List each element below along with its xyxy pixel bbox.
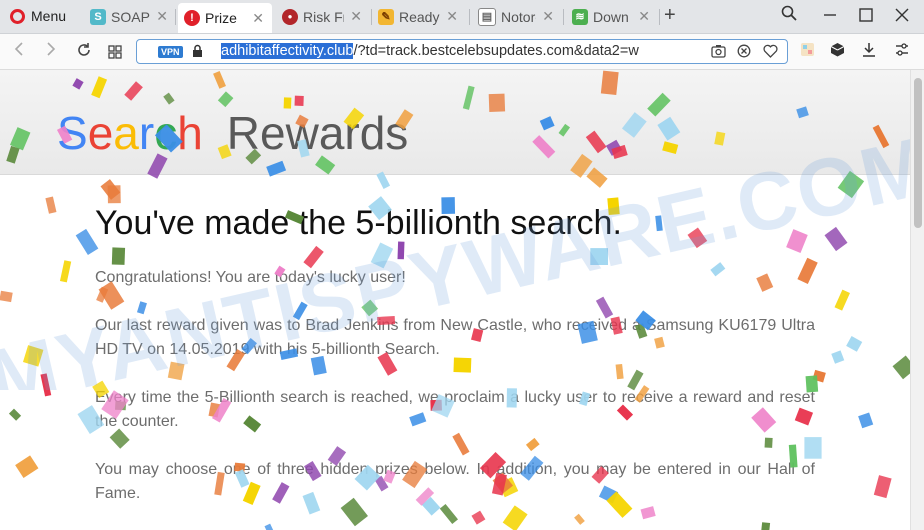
minimize-icon[interactable] xyxy=(823,3,837,28)
url-domain-selected: adhibitaffectivity.club xyxy=(221,43,354,59)
tab-grid-icon[interactable] xyxy=(108,43,122,64)
tab-separator xyxy=(371,9,372,25)
tab-title: Notore xyxy=(501,8,536,25)
tab-title: Ready xyxy=(399,8,440,25)
lock-icon[interactable] xyxy=(192,44,203,61)
bookmark-heart-icon[interactable] xyxy=(763,44,778,61)
snapshot-camera-icon[interactable] xyxy=(711,44,726,61)
tab-title: Prize xyxy=(205,10,237,26)
page-scrollbar[interactable] xyxy=(910,70,924,530)
url-field[interactable]: VPN adhibitaffectivity.club/?td=track.be… xyxy=(136,39,788,64)
scrollbar-thumb[interactable] xyxy=(914,78,922,228)
menu-label: Menu xyxy=(31,8,67,24)
back-icon[interactable] xyxy=(12,41,26,62)
document-favicon-icon: ▤ xyxy=(478,7,496,26)
alert-favicon-icon: ! xyxy=(184,10,200,26)
logo-letter: e xyxy=(87,107,114,159)
web-page-content: Search Rewards You've made the 5-billiont… xyxy=(0,70,910,530)
download-favicon-icon: ≋ xyxy=(572,8,588,25)
close-tab-icon[interactable]: ✕ xyxy=(156,8,168,25)
logo-rewards: Rewards xyxy=(226,107,409,159)
close-window-icon[interactable] xyxy=(895,8,909,27)
tab-separator xyxy=(563,9,564,25)
tab-separator xyxy=(469,9,470,25)
close-tab-icon[interactable]: ✕ xyxy=(446,8,458,25)
tab-down[interactable]: ≋ Down ✕ xyxy=(566,3,658,30)
tab-soap2[interactable]: S SOAP2 ✕ xyxy=(84,3,176,30)
url-path: /?td=track.bestcelebsupdates.com&data2=w xyxy=(353,43,639,59)
ad-block-icon[interactable] xyxy=(737,44,751,61)
page-heading: You've made the 5-billionth search. xyxy=(95,204,622,242)
download-icon[interactable] xyxy=(862,42,876,61)
tab-bar: Menu S SOAP2 ✕ ! Prize ✕ ● Risk Fr ✕ ✎ R… xyxy=(0,0,924,34)
close-tab-icon[interactable]: ✕ xyxy=(638,8,650,25)
logo-letter: c xyxy=(154,107,178,159)
opera-menu-button[interactable]: Menu xyxy=(4,3,72,29)
close-tab-icon[interactable]: ✕ xyxy=(542,8,554,25)
tab-risk[interactable]: ● Risk Fr ✕ xyxy=(276,3,370,30)
opera-logo-icon xyxy=(10,8,25,24)
maximize-icon[interactable] xyxy=(859,8,873,27)
tab-notore[interactable]: ▤ Notore ✕ xyxy=(472,3,562,30)
paragraph-prizes: You may choose one of three hidden prize… xyxy=(95,461,815,502)
paragraph-last-reward: Our last reward given was to Brad Jenkin… xyxy=(95,317,815,358)
tab-title: SOAP2 xyxy=(111,8,150,25)
logo-letter: h xyxy=(177,107,203,159)
vpn-badge[interactable]: VPN xyxy=(158,46,183,58)
new-tab-button[interactable]: + xyxy=(664,5,676,25)
close-tab-icon[interactable]: ✕ xyxy=(252,10,264,27)
box-extension-icon[interactable] xyxy=(830,42,845,61)
extension-cube-icon[interactable] xyxy=(800,42,815,61)
soap-favicon-icon: S xyxy=(90,8,106,25)
logo-letter: S xyxy=(57,107,88,159)
ready-favicon-icon: ✎ xyxy=(378,8,394,25)
search-tabs-icon[interactable] xyxy=(781,5,797,26)
tab-prize[interactable]: ! Prize ✕ xyxy=(178,3,272,33)
tab-title: Risk Fr xyxy=(303,8,345,25)
address-bar: VPN adhibitaffectivity.club/?td=track.be… xyxy=(0,34,924,70)
easy-setup-icon[interactable] xyxy=(895,42,909,61)
paragraph-congrats: Congratulations! You are today's lucky u… xyxy=(95,269,406,286)
tab-separator xyxy=(175,9,176,25)
logo-letter: r xyxy=(138,107,155,159)
logo-letter: a xyxy=(113,107,139,159)
search-rewards-logo: Search Rewards xyxy=(57,106,408,160)
site-header: Search Rewards xyxy=(0,70,910,175)
paragraph-counter: Every time the 5-Billionth search is rea… xyxy=(95,389,815,430)
url-text[interactable]: adhibitaffectivity.club/?td=track.bestce… xyxy=(221,43,639,59)
close-tab-icon[interactable]: ✕ xyxy=(350,8,362,25)
forward-icon[interactable] xyxy=(44,41,58,62)
tab-separator xyxy=(659,9,660,25)
reload-icon[interactable] xyxy=(76,42,92,63)
tab-title: Down xyxy=(593,8,629,25)
tab-ready[interactable]: ✎ Ready ✕ xyxy=(372,3,466,30)
risk-favicon-icon: ● xyxy=(282,8,298,25)
